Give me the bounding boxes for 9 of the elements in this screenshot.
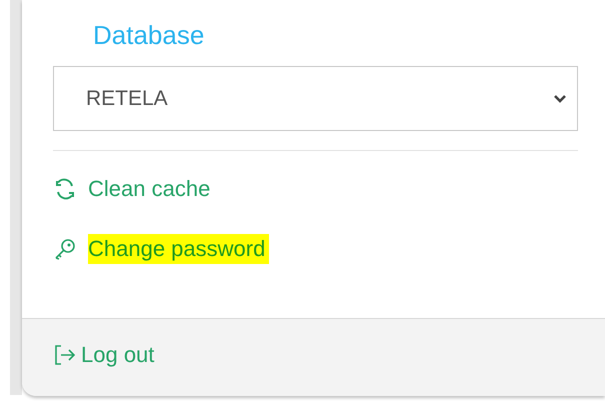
chevron-down-icon [553,94,567,104]
field-label: Database [92,19,206,52]
logout-icon [53,342,77,366]
logout-link[interactable]: Log out [53,338,154,377]
menu-link[interactable]: Clean cache [88,174,210,204]
menu-link[interactable]: Change password [88,234,270,264]
refresh-icon [53,177,77,201]
key-icon [53,237,77,261]
database-select[interactable]: RETELA [53,66,578,131]
